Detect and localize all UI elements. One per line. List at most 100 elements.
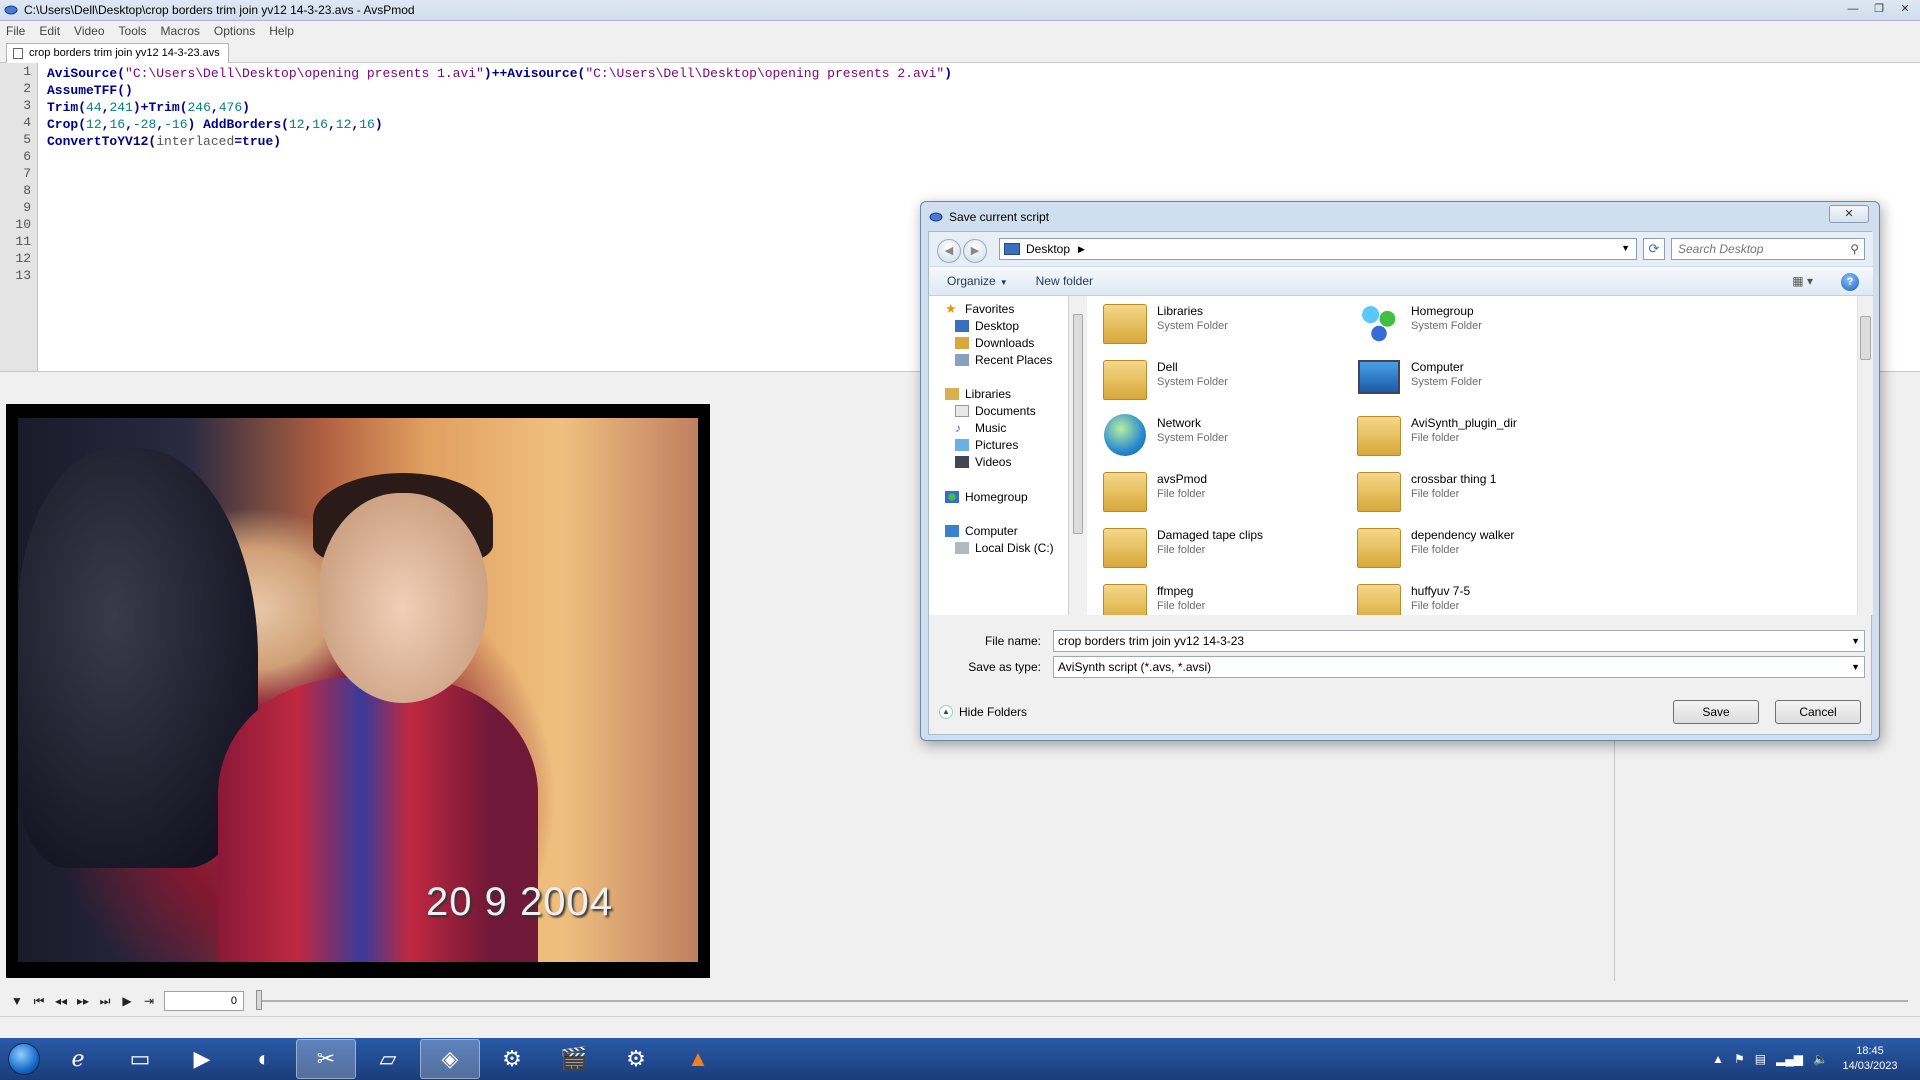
file-item-ffmpeg[interactable]: ffmpeg File folder	[1101, 580, 1351, 615]
nav-libraries[interactable]: Libraries	[945, 387, 1011, 401]
file-item-network[interactable]: Network System Folder	[1101, 412, 1351, 464]
nav-scrollbar-thumb[interactable]	[1073, 314, 1083, 534]
last-frame-icon[interactable]: ⏭	[94, 991, 116, 1011]
hide-folders-button[interactable]: ▲ Hide Folders	[939, 705, 1027, 719]
nav-desktop[interactable]: Desktop	[955, 319, 1019, 333]
change-view-icon[interactable]: ▦ ▾	[1792, 274, 1813, 288]
control-panel-icon[interactable]: ⚙	[606, 1039, 666, 1079]
edge-browser-icon[interactable]: ◐	[234, 1039, 294, 1079]
code-token: -28	[132, 117, 157, 132]
nav-downloads[interactable]: Downloads	[955, 336, 1034, 350]
play-icon[interactable]: ▶	[116, 991, 138, 1011]
new-folder-button[interactable]: New folder	[1036, 274, 1093, 288]
menu-options[interactable]: Options	[214, 24, 255, 38]
nav-homegroup[interactable]: Homegroup	[945, 490, 1028, 504]
nav-local-disk[interactable]: Local Disk (C:)	[955, 541, 1054, 555]
search-box[interactable]: ⚲	[1671, 238, 1865, 260]
volume-icon[interactable]: 🔈	[1813, 1052, 1828, 1066]
dialog-close-button[interactable]: ✕	[1829, 205, 1869, 223]
nav-videos[interactable]: Videos	[955, 455, 1011, 469]
file-item-damaged-tape-clips[interactable]: Damaged tape clips File folder	[1101, 524, 1351, 576]
media-player-icon[interactable]: ▶	[172, 1039, 232, 1079]
file-item-avspmod[interactable]: avsPmod File folder	[1101, 468, 1351, 520]
step-forward-icon[interactable]: ▸▸	[72, 991, 94, 1011]
network-signal-icon[interactable]: ▂▄▆	[1776, 1052, 1803, 1066]
file-item-libraries[interactable]: Libraries System Folder	[1101, 300, 1351, 352]
forward-icon[interactable]: ▶	[963, 239, 987, 263]
file-name-field[interactable]: ▼	[1053, 630, 1865, 652]
frame-slider-track[interactable]	[258, 1000, 1908, 1002]
nav-music[interactable]: ♪ Music	[955, 421, 1006, 435]
code-area[interactable]: AviSource("C:\Users\Dell\Desktop\opening…	[47, 65, 952, 150]
chevron-down-icon[interactable]: ▼	[1851, 631, 1860, 651]
file-item-dell[interactable]: Dell System Folder	[1101, 356, 1351, 408]
save-button[interactable]: Save	[1673, 700, 1759, 724]
save-type-select[interactable]: AviSynth script (*.avs, *.avsi) ▼	[1053, 656, 1865, 678]
start-button[interactable]	[0, 1039, 48, 1079]
vlc-icon[interactable]: ▲	[668, 1039, 728, 1079]
code-token: )	[242, 100, 250, 115]
menu-macros[interactable]: Macros	[161, 24, 200, 38]
close-window-button[interactable]: ✕	[1894, 1, 1916, 17]
cancel-button[interactable]: Cancel	[1775, 700, 1861, 724]
file-item-crossbar-thing[interactable]: crossbar thing 1 File folder	[1355, 468, 1605, 520]
menu-file[interactable]: File	[6, 24, 25, 38]
avspmod-taskbar-icon[interactable]: ◈	[420, 1039, 480, 1079]
chevron-down-icon[interactable]: ▼	[1851, 657, 1860, 677]
file-list-scrollbar[interactable]	[1857, 296, 1873, 615]
goto-frame-icon[interactable]: ⇥	[138, 991, 160, 1011]
clock[interactable]: 18:45 14/03/2023	[1838, 1044, 1902, 1074]
file-item-homegroup[interactable]: Homegroup System Folder	[1355, 300, 1605, 352]
search-icon[interactable]: ⚲	[1850, 242, 1859, 256]
menu-edit[interactable]: Edit	[39, 24, 60, 38]
menu-tools[interactable]: Tools	[119, 24, 147, 38]
address-dropdown-icon[interactable]: ▼	[1621, 243, 1630, 253]
file-explorer-icon[interactable]: ▭	[110, 1039, 170, 1079]
file-name-input[interactable]	[1058, 631, 1838, 651]
first-frame-icon[interactable]: ⏮	[28, 991, 50, 1011]
code-line[interactable]: AssumeTFF()	[47, 82, 952, 99]
step-back-icon[interactable]: ◂◂	[50, 991, 72, 1011]
nav-pictures[interactable]: Pictures	[955, 438, 1018, 452]
tray-expand-icon[interactable]: ▲	[1712, 1052, 1724, 1066]
toggle-preview-icon[interactable]: ▼	[6, 991, 28, 1011]
frame-number-field[interactable]: 0	[164, 991, 244, 1011]
address-path[interactable]: Desktop	[1026, 242, 1070, 256]
snipping-tool-icon[interactable]: ✂	[296, 1039, 356, 1079]
breadcrumb-arrow-icon[interactable]: ▶	[1078, 244, 1085, 255]
video-editor-icon[interactable]: 🎬	[544, 1039, 604, 1079]
action-center-flag-icon[interactable]: ⚑	[1734, 1052, 1745, 1066]
file-item-avisynth-plugin-dir[interactable]: AviSynth_plugin_dir File folder	[1355, 412, 1605, 464]
help-icon[interactable]: ?	[1841, 273, 1859, 291]
maximize-button[interactable]: ❐	[1868, 1, 1890, 17]
notepad-icon[interactable]: ▱	[358, 1039, 418, 1079]
code-line[interactable]: ConvertToYV12(interlaced=true)	[47, 133, 952, 150]
nav-documents[interactable]: Documents	[955, 404, 1036, 418]
search-input[interactable]	[1672, 239, 1836, 259]
file-item-computer[interactable]: Computer System Folder	[1355, 356, 1605, 408]
file-list-scrollbar-thumb[interactable]	[1860, 316, 1871, 360]
minimize-button[interactable]: —	[1842, 1, 1864, 17]
address-bar[interactable]: Desktop ▶ ▼	[999, 238, 1637, 260]
nav-favorites[interactable]: ★ Favorites	[945, 302, 1014, 316]
nav-scrollbar[interactable]	[1071, 296, 1085, 615]
back-icon[interactable]: ◀	[937, 239, 961, 263]
code-line[interactable]: Crop(12,16,-28,-16) AddBorders(12,16,12,…	[47, 116, 952, 133]
code-token: )	[187, 117, 204, 132]
code-line[interactable]: AviSource("C:\Users\Dell\Desktop\opening…	[47, 65, 952, 82]
internet-explorer-icon[interactable]: ℯ	[48, 1039, 108, 1079]
libraries-folder-icon	[1101, 300, 1149, 346]
device-icon[interactable]: ▤	[1755, 1052, 1766, 1066]
menu-help[interactable]: Help	[269, 24, 294, 38]
settings-gear-icon[interactable]: ⚙	[482, 1039, 542, 1079]
refresh-icon[interactable]: ⟳	[1643, 238, 1665, 260]
menu-video[interactable]: Video	[74, 24, 104, 38]
file-item-huffyuv[interactable]: huffyuv 7-5 File folder	[1355, 580, 1605, 615]
file-item-dependency-walker[interactable]: dependency walker File folder	[1355, 524, 1605, 576]
code-line[interactable]: Trim(44,241)+Trim(246,476)	[47, 99, 952, 116]
nav-computer[interactable]: Computer	[945, 524, 1018, 538]
organize-button[interactable]: Organize ▼	[947, 274, 1008, 288]
frame-slider-thumb[interactable]	[256, 990, 262, 1010]
nav-recent-places[interactable]: Recent Places	[955, 353, 1052, 367]
script-tab[interactable]: crop borders trim join yv12 14-3-23.avs	[6, 43, 229, 63]
